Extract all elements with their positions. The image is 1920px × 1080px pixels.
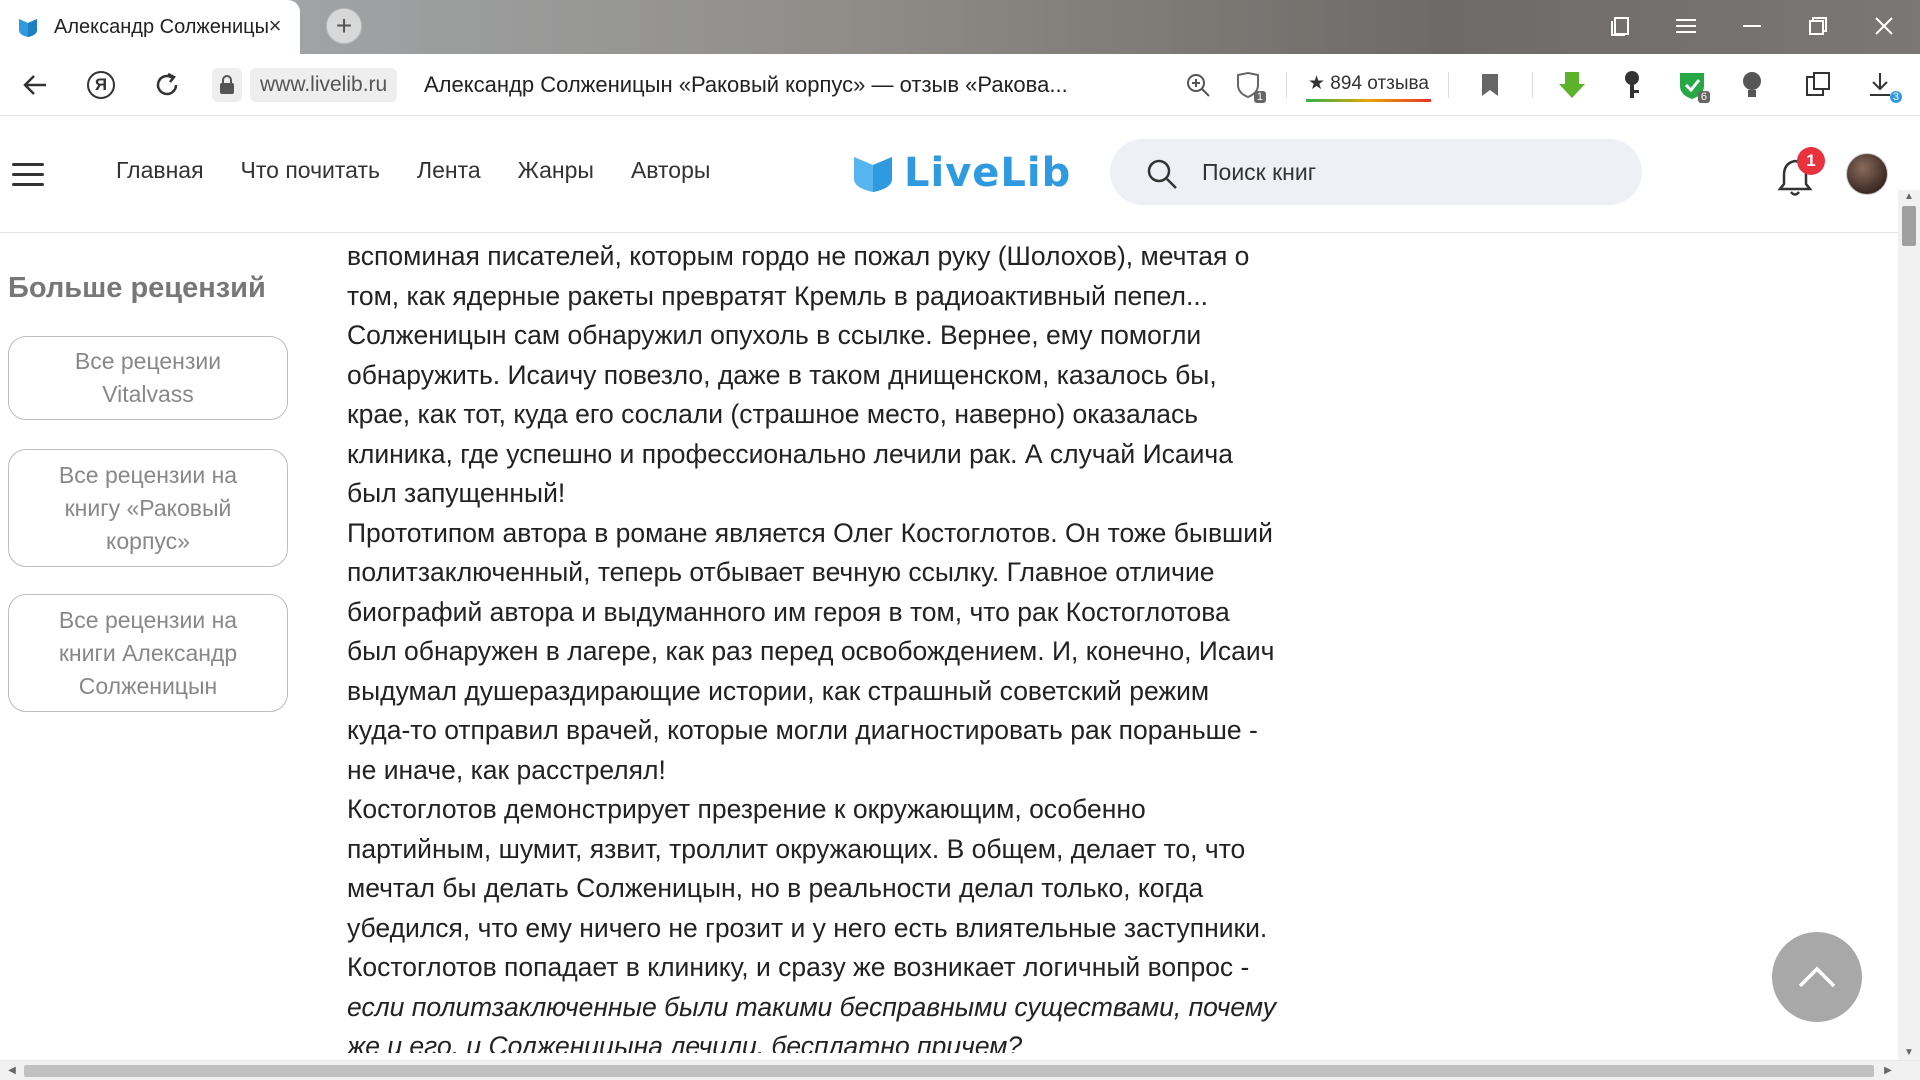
address-bar: Я www.livelib.ru Александр Солженицын «Р… [0,54,1920,116]
url-domain[interactable]: www.livelib.ru [250,68,398,102]
downloads-badge: 3 [1889,91,1902,103]
lock-icon[interactable] [212,68,242,102]
nav-feed[interactable]: Лента [417,157,481,184]
nav-what-to-read[interactable]: Что почитать [241,157,380,184]
review-text: вспоминая писателей, которым гордо не по… [347,237,1347,1053]
collections-icon[interactable] [1600,8,1640,44]
avatar[interactable] [1846,153,1888,195]
bookmark-icon[interactable] [1472,67,1508,103]
url-page-title[interactable]: Александр Солженицын «Раковый корпус» — … [424,68,1124,102]
main-nav: Главная Что почитать Лента Жанры Авторы [116,157,710,184]
review-line: куда-то отправил врачей, которые могли д… [347,715,1258,745]
back-icon[interactable] [14,64,56,106]
more-reviews-title: Больше рецензий [8,272,266,304]
scroll-to-top-button[interactable] [1772,932,1862,1022]
browser-tab-strip: Александр Солженицын × + [0,0,1920,54]
site-header: Главная Что почитать Лента Жанры Авторы … [0,117,1898,233]
all-reviews-user-button[interactable]: Все рецензии Vitalvass [8,336,288,420]
nav-genres[interactable]: Жанры [518,157,594,184]
review-line: был обнаружен в лагере, как раз перед ос… [347,636,1275,666]
minimize-icon[interactable] [1732,8,1772,44]
search-input[interactable] [1202,139,1622,205]
livelib-favicon-icon [19,19,37,37]
review-line: не иначе, как расстрелял! [347,754,666,785]
review-line: Солженицын сам обнаружил опухоль в ссылк… [347,320,1202,350]
close-window-icon[interactable] [1864,8,1904,44]
shield-check-icon[interactable]: 6 [1674,67,1710,103]
horizontal-scroll-thumb[interactable] [24,1065,1874,1077]
review-line: убедился, что ему ничего не грозит и у н… [347,912,1268,943]
livelib-logo-icon [854,157,892,192]
search-icon[interactable] [1146,158,1178,190]
browser-tab[interactable]: Александр Солженицын × [0,0,300,54]
review-line-italic: же и его, и Солженицына лечили, бесплатн… [347,1031,1023,1053]
translate-icon[interactable] [1180,67,1216,103]
scroll-left-arrow-icon[interactable]: ◀ [4,1063,20,1079]
review-line: партийным, шумит, язвит, троллит окружаю… [347,833,1246,864]
download-arrow-icon[interactable] [1554,67,1590,103]
review-line: клиника, где успешно и профессионально л… [347,438,1233,469]
review-line: политзаключенный, теперь отбывает вечную… [347,557,1215,587]
reviews-chip[interactable]: ★ 894 отзыва [1306,68,1431,102]
menu-icon[interactable] [1666,8,1706,44]
review-line: мечтал бы делать Солженицын, но в реальн… [347,873,1204,903]
vertical-scroll-thumb[interactable] [1902,206,1916,246]
chevron-up-icon [1798,966,1836,988]
scroll-right-arrow-icon[interactable]: ▶ [1880,1063,1896,1079]
yandex-button[interactable]: Я [80,64,122,106]
horizontal-scrollbar[interactable]: ◀ ▶ [0,1060,1920,1080]
review-line: обнаружить. Исаичу повезло, даже в таком… [347,359,1217,390]
notification-badge: 1 [1797,147,1825,175]
reload-icon[interactable] [146,64,188,106]
review-line: вспоминая писателей, которым гордо не по… [347,241,1250,271]
protect-icon[interactable]: 1 [1230,67,1266,103]
nav-authors[interactable]: Авторы [631,157,710,184]
separator [1286,72,1287,98]
review-line: был запущенный! [347,478,566,508]
vertical-scrollbar[interactable]: ▲ ▼ [1898,190,1920,1060]
review-line-italic: если политзаключенные были такими беспра… [347,991,1276,1022]
restore-icon[interactable] [1798,8,1838,44]
new-tab-button[interactable]: + [326,8,362,44]
logo-text: LiveLib [904,150,1072,196]
review-line: биографий автора и выдуманного им героя … [347,596,1230,627]
protect-badge: 1 [1253,91,1266,103]
separator [1448,72,1449,98]
key-icon[interactable] [1614,67,1650,103]
all-reviews-book-button[interactable]: Все рецензии на книгу «Раковый корпус» [8,449,288,567]
review-line: том, как ядерные ракеты превратят Кремль… [347,280,1209,311]
review-line: Прототипом автора в романе является Олег… [347,517,1273,548]
scroll-up-arrow-icon[interactable]: ▲ [1898,190,1920,204]
downloads-icon[interactable]: 3 [1862,67,1902,103]
extensions-icon[interactable] [1800,67,1836,103]
tab-close-icon[interactable]: × [264,15,286,37]
review-line: Костоглотов демонстрирует презрение к ок… [347,794,1146,824]
all-reviews-author-button[interactable]: Все рецензии на книги Александр Солжениц… [8,594,288,712]
scroll-down-arrow-icon[interactable]: ▼ [1898,1046,1920,1060]
review-line: крае, как тот, куда его сослали (страшно… [347,399,1199,429]
shield-badge: 6 [1697,91,1710,103]
separator [1532,72,1533,98]
hamburger-menu-icon[interactable] [12,163,44,187]
lightbulb-icon[interactable] [1734,67,1770,103]
yandex-label: Я [94,75,108,94]
nav-home[interactable]: Главная [116,157,204,184]
search-box[interactable] [1110,139,1642,205]
tab-title: Александр Солженицын [54,15,270,38]
review-line: выдумал душераздирающие истории, как стр… [347,675,1210,706]
livelib-logo[interactable]: LiveLib [852,150,1071,196]
review-line: Костоглотов попадает в клинику, и сразу … [347,952,1250,982]
